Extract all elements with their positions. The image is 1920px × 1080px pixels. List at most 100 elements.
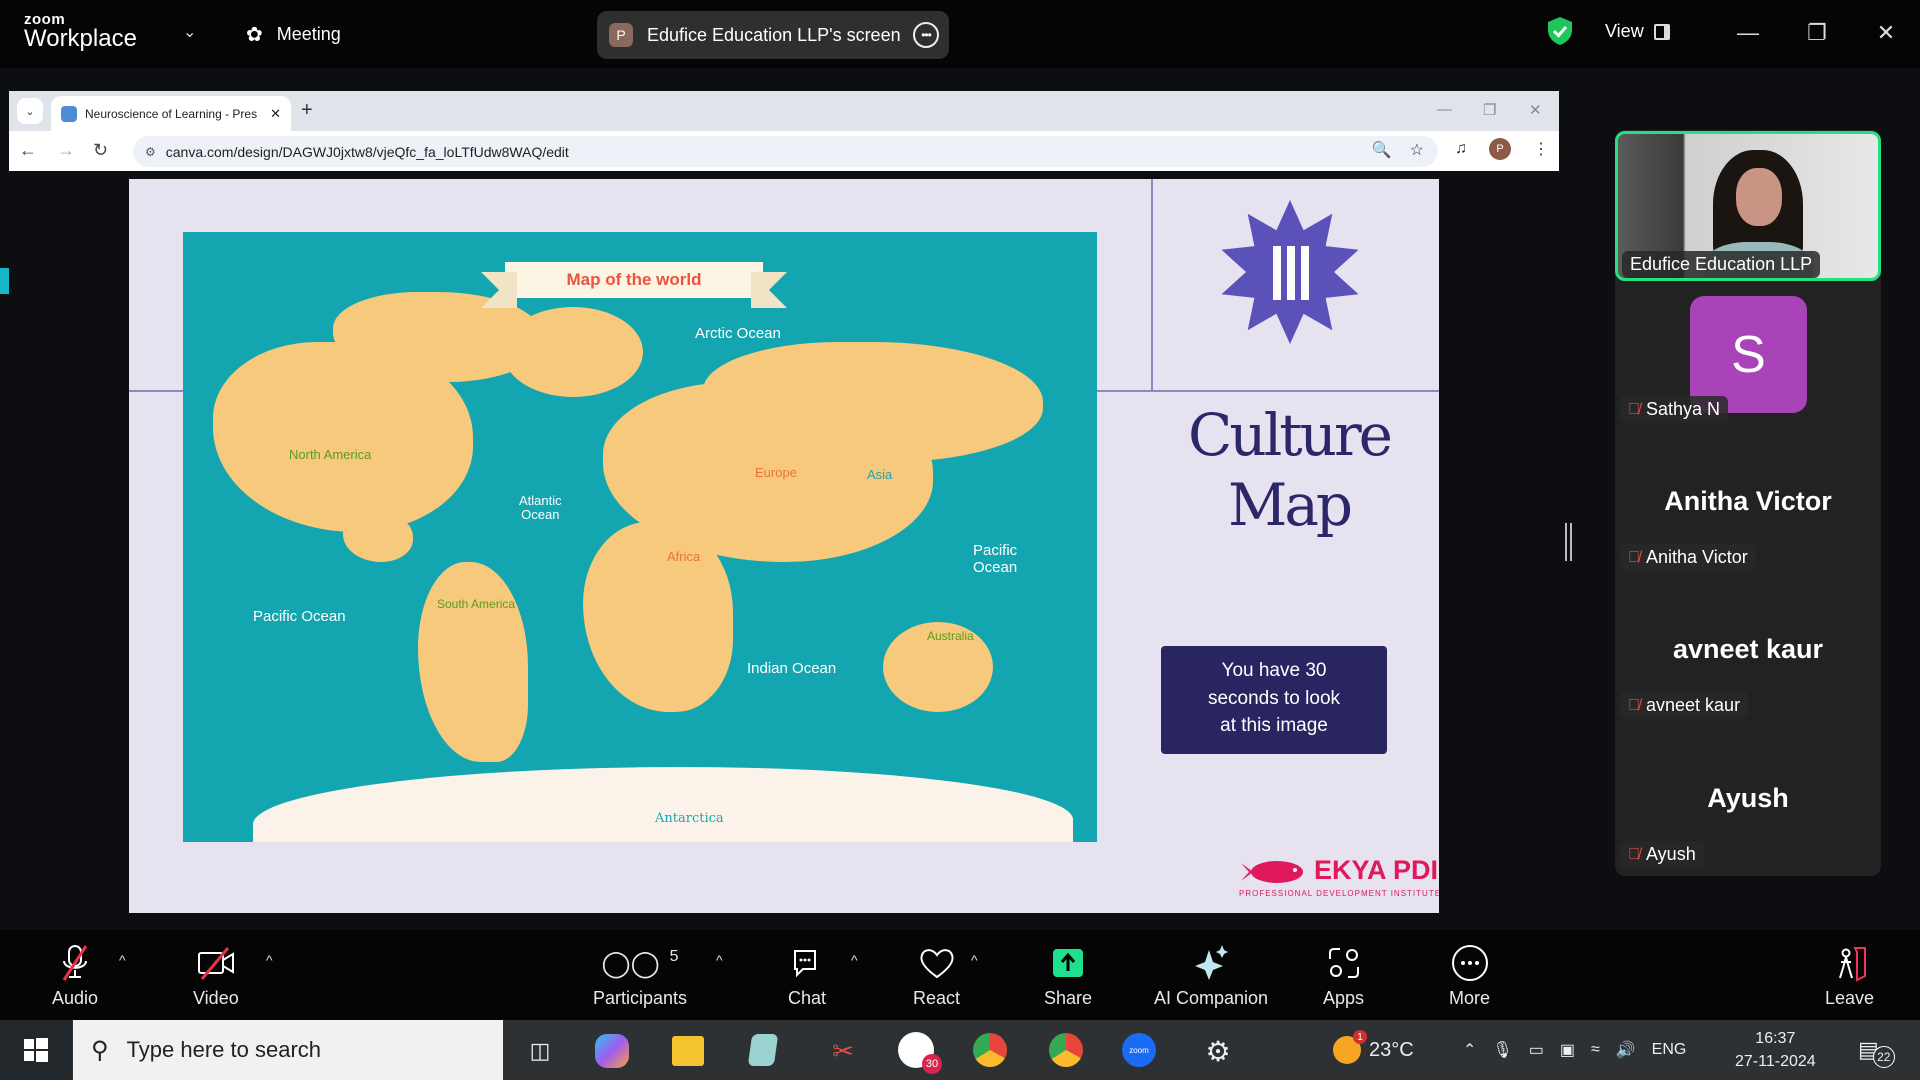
view-button[interactable]: View [1605,21,1670,42]
search-placeholder: Type here to search [126,1037,322,1062]
participants-button[interactable]: ◯◯ 5 Participants [593,942,687,1009]
close-icon[interactable]: ✕ [1871,18,1901,48]
heart-icon [920,949,954,979]
panel-resize-handle[interactable] [1565,523,1567,561]
meeting-menu[interactable]: ✿ Meeting [246,22,341,47]
participant-name: avneet kaur [1646,695,1741,715]
star-badge-icon [1221,200,1359,344]
microphone-in-use-icon[interactable]: 🎙 [1492,1040,1512,1060]
notification-center[interactable]: ▤ 22 [1858,1020,1895,1080]
address-bar[interactable]: ⚙ canva.com/design/DAGWJ0jxtw8/vjeQfc_fa… [133,136,1438,167]
label-north-america: North America [289,447,372,462]
chrome-profile-s-icon[interactable] [973,1033,1007,1067]
participant-name-tag: 🎙̸ Ayush [1620,841,1704,868]
chat-options-caret-icon[interactable]: ^ [851,952,858,968]
participants-options-caret-icon[interactable]: ^ [716,952,723,968]
weather-icon: 1 [1333,1030,1367,1064]
clock[interactable]: 16:37 27-11-2024 [1735,1020,1816,1080]
participant-name: Sathya N [1646,399,1721,419]
zoom-app-icon[interactable]: zoom [1122,1033,1156,1067]
tab-close-icon[interactable]: ✕ [270,106,281,122]
new-tab-icon[interactable]: + [301,99,313,122]
language-indicator[interactable]: ENG [1652,1041,1687,1059]
chrome-profile-s2-icon[interactable] [1049,1033,1083,1067]
site-info-icon[interactable]: ⚙ [145,145,156,159]
tab-search-icon[interactable]: ⌄ [17,98,43,124]
more-icon [1451,945,1488,981]
start-button[interactable] [0,1020,72,1080]
label-indian-ocean: Indian Ocean [747,660,837,677]
weather-widget[interactable]: 1 23°C [1333,1020,1414,1080]
label-atlantic-line1: Atlantic [519,493,562,508]
audio-button[interactable]: Audio [52,942,98,1009]
land-south-america [418,562,528,762]
task-view-icon[interactable]: ◫ [520,1031,560,1071]
back-icon[interactable]: ← [19,140,37,161]
notepad-icon[interactable] [747,1034,779,1066]
taskbar-search-box[interactable]: ⚲ Type here to search [73,1020,503,1080]
zoom-out-icon[interactable]: 🔍 [1372,140,1392,160]
browser-minimize-icon[interactable]: — [1437,101,1452,118]
settings-gear-icon[interactable]: ⚙ [1198,1031,1238,1071]
slack-badge: 30 [922,1054,942,1074]
app-menu-chevron-icon[interactable]: ⌄ [183,22,196,42]
meeting-toolbar: Audio ^ Video ^ ◯◯ 5 Participants ^ Chat … [0,930,1920,1020]
volume-icon[interactable]: 🔊 [1616,1040,1636,1060]
react-button[interactable]: React [913,942,960,1009]
video-button[interactable]: Video [193,942,239,1009]
label-australia: Australia [927,629,974,643]
copilot-icon[interactable] [595,1034,629,1068]
participant-video-tile[interactable]: Edufice Education LLP [1615,131,1881,281]
browser-restore-icon[interactable]: ❐ [1483,101,1496,119]
label-atlantic-ocean: Atlantic Ocean [519,493,562,523]
slack-icon[interactable]: 30 [898,1032,942,1074]
land-africa [583,522,733,712]
participant-name-tag: 🎙̸ avneet kaur [1620,692,1749,719]
show-hidden-icons-icon[interactable]: ⌃ [1463,1040,1476,1060]
minimize-icon[interactable]: — [1733,18,1763,48]
share-label: Edufice Education LLP's screen [647,24,901,45]
label-africa: Africa [667,549,701,564]
clock-date: 27-11-2024 [1735,1053,1816,1070]
browser-menu-icon[interactable]: ⋮ [1533,139,1549,159]
share-button[interactable]: Share [1044,942,1092,1009]
video-off-icon [197,947,234,980]
logo-text: EKYA PDI [1314,855,1439,885]
land-central-america [343,512,413,562]
participant-display-name[interactable]: avneet kaur [1615,634,1881,665]
label-asia: Asia [867,467,893,482]
audio-options-caret-icon[interactable]: ^ [119,952,126,968]
wifi-icon[interactable]: ≈ [1591,1041,1600,1059]
apps-button[interactable]: Apps [1323,942,1364,1009]
battery-icon[interactable]: ▭ [1529,1040,1544,1060]
label-pacific-line1: Pacific [973,542,1018,559]
video-options-caret-icon[interactable]: ^ [266,952,273,968]
screen-share-indicator[interactable]: P Edufice Education LLP's screen ••• [597,11,949,59]
sharer-avatar: P [609,23,633,47]
forward-icon[interactable]: → [57,140,75,161]
reload-icon[interactable]: ↻ [93,140,108,161]
more-button[interactable]: More [1449,942,1490,1009]
browser-close-icon[interactable]: ✕ [1529,101,1542,119]
react-options-caret-icon[interactable]: ^ [971,952,978,968]
snipping-tool-icon[interactable]: ✂ [823,1031,863,1071]
participant-display-name[interactable]: Ayush [1615,783,1881,814]
chat-button[interactable]: Chat [788,942,826,1009]
restore-icon[interactable]: ❐ [1802,18,1832,48]
search-icon: ⚲ [91,1036,109,1064]
meet-now-icon[interactable]: ▣ [1560,1040,1575,1060]
ai-companion-button[interactable]: AI Companion [1154,942,1268,1009]
file-explorer-icon[interactable] [672,1036,704,1066]
bookmark-star-icon[interactable]: ☆ [1410,140,1424,160]
participant-display-name[interactable]: Anitha Victor [1615,486,1881,517]
browser-tab[interactable]: Neuroscience of Learning - Pres ✕ [51,96,291,131]
fish-logo-icon [1241,861,1303,883]
leave-button[interactable]: Leave [1825,942,1874,1009]
share-options-icon[interactable]: ••• [913,22,939,48]
label-pacific-ocean-east: Pacific Ocean [973,542,1018,576]
label-antarctica: Antarctica [655,811,724,826]
profile-avatar[interactable]: P [1489,138,1511,160]
label-atlantic-line2: Ocean [521,507,560,523]
media-control-icon[interactable]: ♫ [1455,140,1467,158]
encryption-shield-icon[interactable] [1547,16,1573,46]
